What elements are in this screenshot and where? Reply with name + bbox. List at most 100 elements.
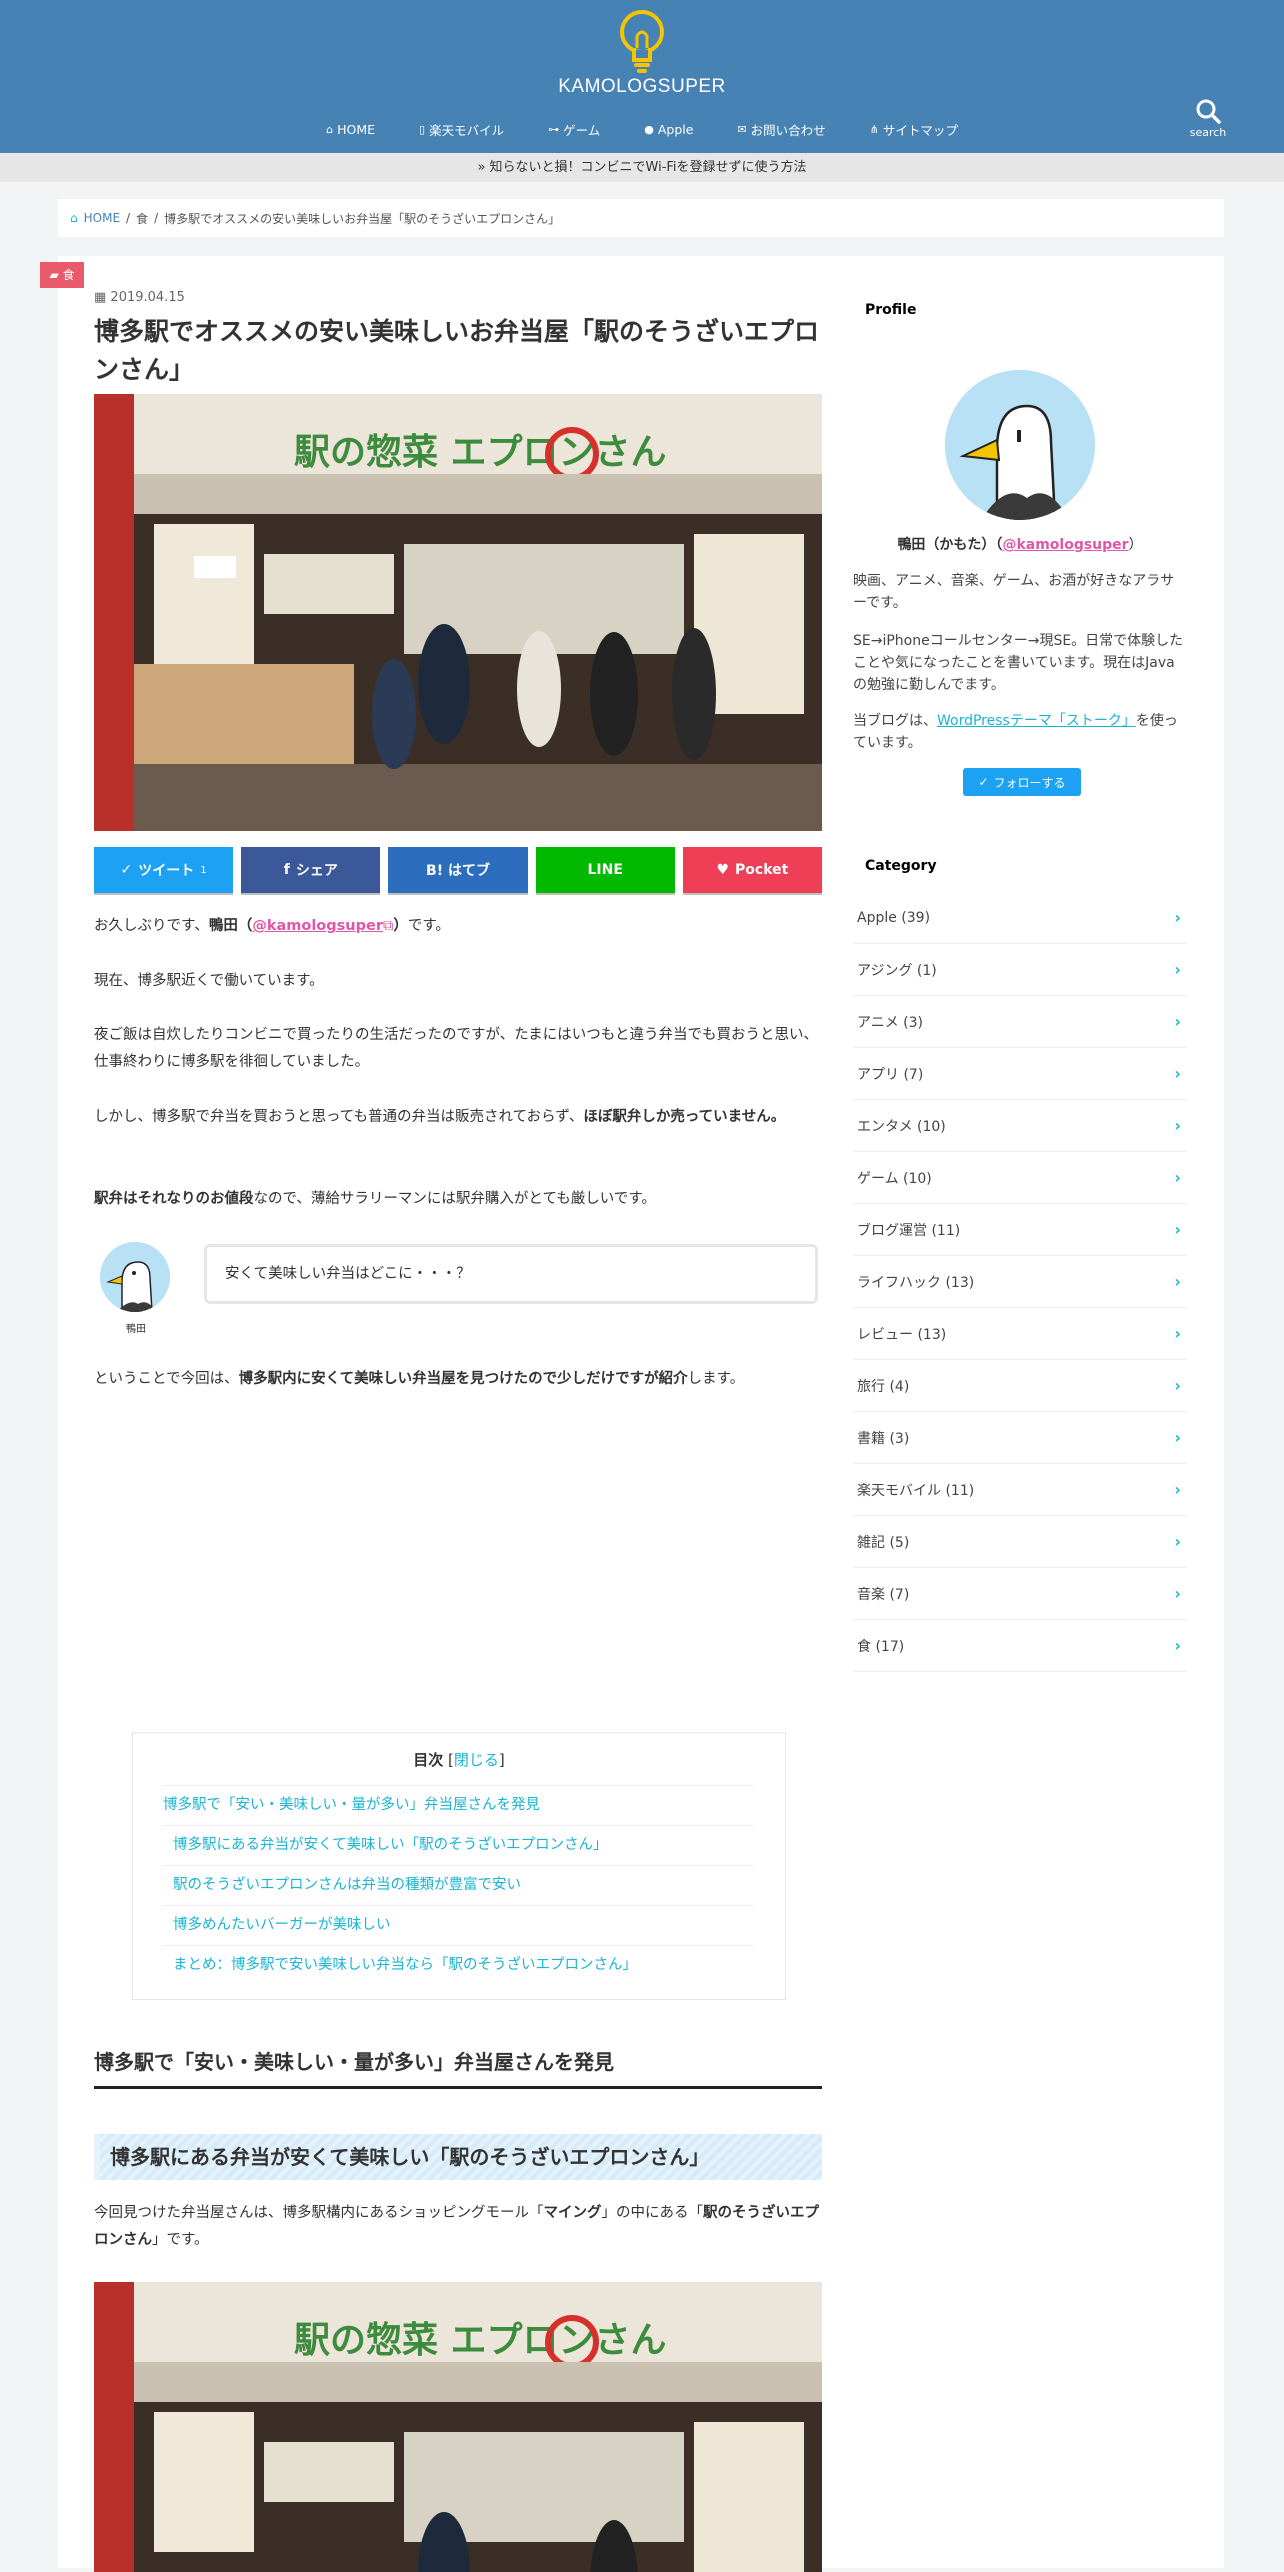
- category-tag-label: 食: [62, 268, 75, 282]
- toc-list: 博多駅で「安い・美味しい・量が多い」弁当屋さんを発見 博多駅にある弁当が安くて美味…: [163, 1785, 753, 1985]
- category-item[interactable]: Apple (39) ›: [853, 892, 1187, 944]
- breadcrumb-category[interactable]: 食: [136, 210, 148, 227]
- duck-avatar-icon: [100, 1242, 170, 1312]
- site-name[interactable]: KAMOLOGSUPER: [0, 76, 1284, 98]
- category-item[interactable]: 音楽 (7) ›: [853, 1568, 1187, 1620]
- category-item-label: ゲーム (10): [857, 1170, 932, 1187]
- twitter-icon: ✓: [978, 775, 989, 789]
- toc-title: 目次 [閉じる]: [133, 1749, 785, 1770]
- category-item[interactable]: 楽天モバイル (11) ›: [853, 1464, 1187, 1516]
- share-button[interactable]: ♥ Pocket: [682, 847, 823, 893]
- category-item[interactable]: 食 (17) ›: [853, 1620, 1187, 1672]
- gamepad-icon: ⊶: [548, 123, 560, 136]
- chevron-right-icon: ›: [1174, 1376, 1181, 1395]
- bold-text: 駅弁はそれなりのお値段: [94, 1191, 254, 1207]
- text-span: です。: [407, 918, 450, 934]
- toc-item[interactable]: 博多駅にある弁当が安くて美味しい「駅のそうざいエプロンさん」: [163, 1825, 753, 1865]
- site-logo[interactable]: [0, 4, 1284, 80]
- calendar-icon: ▦: [94, 290, 111, 305]
- category-item[interactable]: アプリ (7) ›: [853, 1048, 1187, 1100]
- search-button[interactable]: search: [1188, 98, 1228, 139]
- text-span: [: [443, 1751, 454, 1769]
- toc-close-link[interactable]: 閉じる: [454, 1751, 499, 1769]
- theme-link[interactable]: WordPressテーマ「ストーク」: [937, 713, 1136, 729]
- home-icon: ⌂: [326, 123, 334, 136]
- chevron-right-icon: ›: [1174, 1428, 1181, 1447]
- text-span: 当ブログは、: [853, 713, 937, 729]
- category-item-label: 雑記 (5): [857, 1534, 910, 1551]
- chevron-right-icon: ›: [1174, 1064, 1181, 1083]
- chevron-right-icon: ›: [1174, 1324, 1181, 1343]
- category-tag[interactable]: ▰ 食: [40, 262, 84, 288]
- category-item[interactable]: エンタメ (10) ›: [853, 1100, 1187, 1152]
- nav-item[interactable]: ⊶ ゲーム: [548, 120, 600, 139]
- share-button-label: LINE: [587, 862, 623, 878]
- category-item-label: 旅行 (4): [857, 1378, 910, 1395]
- chat-name: 鴨田: [126, 1324, 146, 1335]
- category-item[interactable]: 旅行 (4) ›: [853, 1360, 1187, 1412]
- category-item-label: 音楽 (7): [857, 1586, 910, 1603]
- envelope-icon: ✉: [737, 123, 747, 136]
- search-label: search: [1189, 126, 1227, 139]
- notice-link[interactable]: » 知らないと損！コンビニでWi-Fiを登録せずに使う方法: [0, 153, 1284, 182]
- nav-item-label: HOME: [337, 122, 375, 137]
- toc-item[interactable]: 博多めんたいバーガーが美味しい: [163, 1905, 753, 1945]
- nav-item[interactable]: ✉ お問い合わせ: [737, 120, 825, 139]
- hero-image: 駅の惣菜 エプロンさん: [94, 394, 822, 831]
- follow-button[interactable]: ✓ フォローする: [963, 768, 1081, 796]
- lightbulb-icon: [620, 10, 664, 73]
- article-title: 博多駅でオススメの安い美味しいお弁当屋「駅のそうざいエプロンさん」: [94, 317, 820, 384]
- nav-item[interactable]: ● Apple: [644, 120, 693, 139]
- bold-text: マイング: [543, 2205, 602, 2221]
- profile-heading: Profile: [865, 302, 917, 318]
- post-date-value: 2019.04.15: [110, 290, 185, 305]
- chevron-right-icon: ›: [1174, 1168, 1181, 1187]
- share-button[interactable]: B! はてブ: [388, 847, 528, 893]
- section-heading-h3: 博多駅にある弁当が安くて美味しい「駅のそうざいエプロンさん」: [94, 2134, 822, 2180]
- chevron-right-icon: ›: [1174, 1636, 1181, 1655]
- text-span: 今回見つけた弁当屋さんは、博多駅構内にあるショッピングモール「: [94, 2205, 544, 2221]
- share-button[interactable]: f シェア: [241, 847, 381, 893]
- category-item[interactable]: 雑記 (5) ›: [853, 1516, 1187, 1568]
- breadcrumb-home[interactable]: HOME: [84, 211, 120, 225]
- paragraph-2: 現在、博多駅近くで働いています。: [94, 973, 324, 989]
- category-item[interactable]: ゲーム (10) ›: [853, 1152, 1187, 1204]
- nav-item[interactable]: ▯ 楽天モバイル: [419, 120, 504, 139]
- share-count: 1: [200, 864, 207, 876]
- chevron-right-icon: ›: [1174, 1532, 1181, 1551]
- category-item[interactable]: ライフハック (13) ›: [853, 1256, 1187, 1308]
- sign-text: 駅の惣菜 エプロンさん: [294, 432, 667, 473]
- category-item-label: ブログ運営 (11): [857, 1222, 961, 1239]
- table-of-contents: 目次 [閉じる] 博多駅で「安い・美味しい・量が多い」弁当屋さんを発見 博多駅にあ…: [132, 1732, 786, 2000]
- twitter-link[interactable]: @kamologsuper: [252, 918, 383, 934]
- share-button[interactable]: LINE: [535, 847, 675, 893]
- paragraph-6: ということで今回は、博多駅内に安くて美味しい弁当屋を見つけたので少しだけですが紹…: [94, 1366, 822, 1393]
- category-item[interactable]: レビュー (13) ›: [853, 1308, 1187, 1360]
- bold-text: 博多駅内に安くて美味しい弁当屋を見つけたので少しだけですが紹介: [238, 1371, 688, 1387]
- nav-item-label: ゲーム: [563, 123, 601, 138]
- text-span: ）: [1128, 537, 1143, 553]
- toc-item[interactable]: まとめ：博多駅で安い美味しい弁当なら「駅のそうざいエプロンさん」: [163, 1945, 753, 1985]
- toc-item[interactable]: 博多駅で「安い・美味しい・量が多い」弁当屋さんを発見: [163, 1785, 753, 1825]
- mobile-icon: ▯: [419, 123, 426, 136]
- chevron-right-icon: ›: [1174, 908, 1181, 927]
- text-span: しかし、博多駅で弁当を買おうと思っても普通の弁当は販売されておらず、: [94, 1109, 584, 1125]
- search-icon: [1196, 99, 1221, 124]
- nav-item-label: 楽天モバイル: [429, 123, 505, 138]
- share-icon: ♥: [716, 862, 730, 878]
- category-item[interactable]: アニメ (3) ›: [853, 996, 1187, 1048]
- share-button[interactable]: ✓ ツイート 1: [94, 847, 234, 893]
- nav-item-label: お問い合わせ: [750, 123, 826, 138]
- nav-item-label: Apple: [657, 122, 694, 137]
- nav-item[interactable]: ⋔ サイトマップ: [870, 120, 958, 139]
- toc-item[interactable]: 駅のそうざいエプロンさんは弁当の種類が豊富で安い: [163, 1865, 753, 1905]
- follow-label: フォローする: [993, 775, 1066, 790]
- category-item[interactable]: ブログ運営 (11) ›: [853, 1204, 1187, 1256]
- text-span: します。: [687, 1371, 745, 1387]
- category-item[interactable]: 書籍 (3) ›: [853, 1412, 1187, 1464]
- category-item-label: レビュー (13): [857, 1326, 947, 1343]
- profile-twitter-link[interactable]: @kamologsuper: [1002, 537, 1128, 553]
- category-item[interactable]: アジング (1) ›: [853, 944, 1187, 996]
- nav-item[interactable]: ⌂ HOME: [326, 120, 375, 139]
- chat-bubble-text: 安くて美味しい弁当はどこに・・・？: [204, 1244, 818, 1304]
